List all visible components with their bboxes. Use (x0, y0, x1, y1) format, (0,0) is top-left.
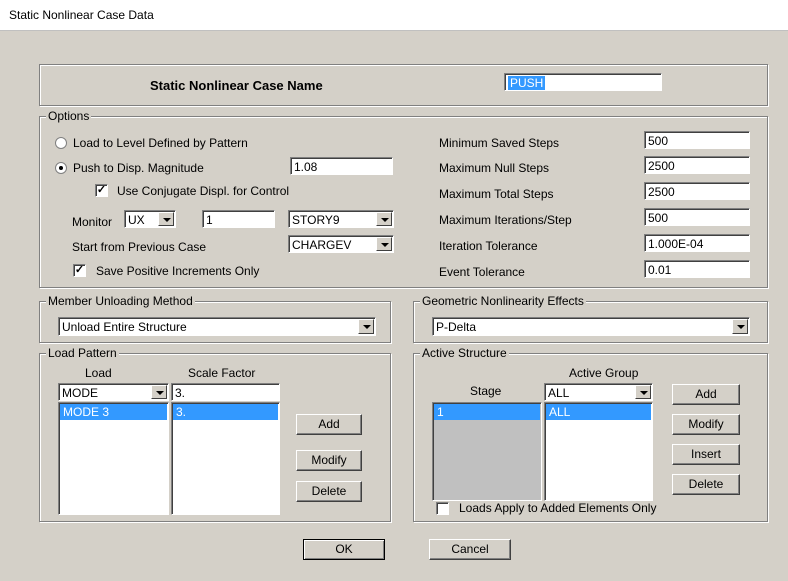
scale-factor-input[interactable]: 3. (171, 383, 280, 401)
min-saved-input[interactable]: 500 (644, 131, 750, 149)
member-unloading-value: Unload Entire Structure (62, 320, 187, 334)
options-legend: Options (46, 109, 92, 123)
load-add-button[interactable]: Add (296, 414, 362, 435)
stage-list-row[interactable]: 1 (434, 404, 540, 420)
monitor-story-dropdown-icon[interactable] (376, 212, 392, 226)
monitor-story-value: STORY9 (292, 213, 340, 227)
group-list[interactable]: ALL (544, 402, 653, 501)
scale-list-row[interactable]: 3. (173, 404, 278, 420)
monitor-direction-select[interactable]: UX (124, 210, 176, 228)
min-saved-label: Minimum Saved Steps (439, 136, 560, 150)
monitor-label: Monitor (72, 215, 113, 229)
active-group-value: ALL (548, 386, 570, 400)
max-null-input[interactable]: 2500 (644, 156, 750, 174)
start-from-dropdown-icon[interactable] (376, 237, 392, 251)
monitor-story-select[interactable]: STORY9 (288, 210, 394, 228)
monitor-direction-value: UX (128, 213, 145, 227)
event-tol-label: Event Tolerance (439, 265, 525, 279)
stage-column-header: Stage (470, 384, 502, 398)
geometric-nonlinearity-value: P-Delta (436, 320, 477, 334)
member-unloading-dropdown-icon[interactable] (358, 319, 374, 334)
active-group-header: Active Group (569, 366, 639, 380)
geometric-nonlinearity-dropdown-icon[interactable] (732, 319, 748, 334)
max-total-label: Maximum Total Steps (439, 187, 554, 201)
structure-modify-button[interactable]: Modify (672, 414, 740, 435)
push-to-disp-input[interactable]: 1.08 (290, 157, 393, 175)
structure-add-button[interactable]: Add (672, 384, 740, 405)
load-input-dropdown-icon[interactable] (151, 385, 167, 399)
push-to-disp-radio[interactable] (55, 162, 67, 174)
start-from-label: Start from Previous Case (72, 240, 207, 254)
load-to-level-label: Load to Level Defined by Pattern (73, 136, 248, 150)
loads-apply-label: Loads Apply to Added Elements Only (459, 501, 657, 515)
monitor-direction-dropdown-icon[interactable] (158, 212, 174, 226)
structure-insert-button[interactable]: Insert (672, 444, 740, 465)
active-structure-legend: Active Structure (420, 346, 509, 360)
load-input-value: MODE (62, 386, 98, 400)
event-tol-input[interactable]: 0.01 (644, 260, 750, 278)
geometric-nonlinearity-legend: Geometric Nonlinearity Effects (420, 294, 586, 308)
load-column-header: Load (85, 366, 112, 380)
monitor-joint-input[interactable]: 1 (202, 210, 275, 228)
max-total-input[interactable]: 2500 (644, 182, 750, 200)
push-to-disp-label: Push to Disp. Magnitude (73, 161, 204, 175)
save-positive-checkbox[interactable]: ✓ (73, 264, 86, 277)
group-list-row[interactable]: ALL (546, 404, 651, 420)
window-title: Static Nonlinear Case Data (9, 8, 154, 22)
member-unloading-legend: Member Unloading Method (46, 294, 195, 308)
max-iter-label: Maximum Iterations/Step (439, 213, 572, 227)
load-pattern-panel: Load Pattern Load Scale Factor MODE 3. M… (39, 346, 391, 522)
start-from-select[interactable]: CHARGEV (288, 235, 394, 253)
active-structure-panel: Active Structure Active Group Stage ALL … (413, 346, 768, 522)
load-input-select[interactable]: MODE (58, 383, 169, 401)
scale-column-header: Scale Factor (188, 366, 256, 380)
options-panel: Options Load to Level Defined by Pattern… (39, 109, 768, 288)
case-name-label: Static Nonlinear Case Name (150, 78, 323, 93)
load-pattern-legend: Load Pattern (46, 346, 119, 360)
loads-apply-checkbox[interactable] (436, 502, 449, 515)
case-name-value: PUSH (508, 76, 546, 90)
scale-list[interactable]: 3. (171, 402, 280, 515)
iter-tol-input[interactable]: 1.000E-04 (644, 234, 750, 252)
geometric-nonlinearity-panel: Geometric Nonlinearity Effects P-Delta (413, 294, 768, 343)
use-conjugate-label: Use Conjugate Displ. for Control (117, 184, 290, 198)
load-list[interactable]: MODE 3 (58, 402, 169, 515)
save-positive-label: Save Positive Increments Only (96, 264, 260, 278)
start-from-value: CHARGEV (292, 238, 352, 252)
load-modify-button[interactable]: Modify (296, 450, 362, 471)
load-list-row[interactable]: MODE 3 (60, 404, 167, 420)
stage-list[interactable]: 1 (432, 402, 542, 501)
case-name-input[interactable]: PUSH (504, 73, 662, 91)
active-group-dropdown-icon[interactable] (635, 385, 651, 399)
max-iter-input[interactable]: 500 (644, 208, 750, 226)
title-bar: Static Nonlinear Case Data (0, 0, 788, 31)
member-unloading-select[interactable]: Unload Entire Structure (58, 317, 376, 336)
active-group-select[interactable]: ALL (544, 383, 653, 401)
iter-tol-label: Iteration Tolerance (439, 239, 538, 253)
max-null-label: Maximum Null Steps (439, 161, 550, 175)
dialog-body: Static Nonlinear Case Name PUSH Options … (0, 31, 788, 581)
load-delete-button[interactable]: Delete (296, 481, 362, 502)
cancel-button[interactable]: Cancel (429, 539, 511, 560)
load-to-level-radio[interactable] (55, 137, 67, 149)
member-unloading-panel: Member Unloading Method Unload Entire St… (39, 294, 391, 343)
ok-button[interactable]: OK (303, 539, 385, 560)
geometric-nonlinearity-select[interactable]: P-Delta (432, 317, 750, 336)
structure-delete-button[interactable]: Delete (672, 474, 740, 495)
case-name-panel: Static Nonlinear Case Name PUSH (39, 64, 768, 106)
use-conjugate-checkbox[interactable]: ✓ (95, 184, 108, 197)
